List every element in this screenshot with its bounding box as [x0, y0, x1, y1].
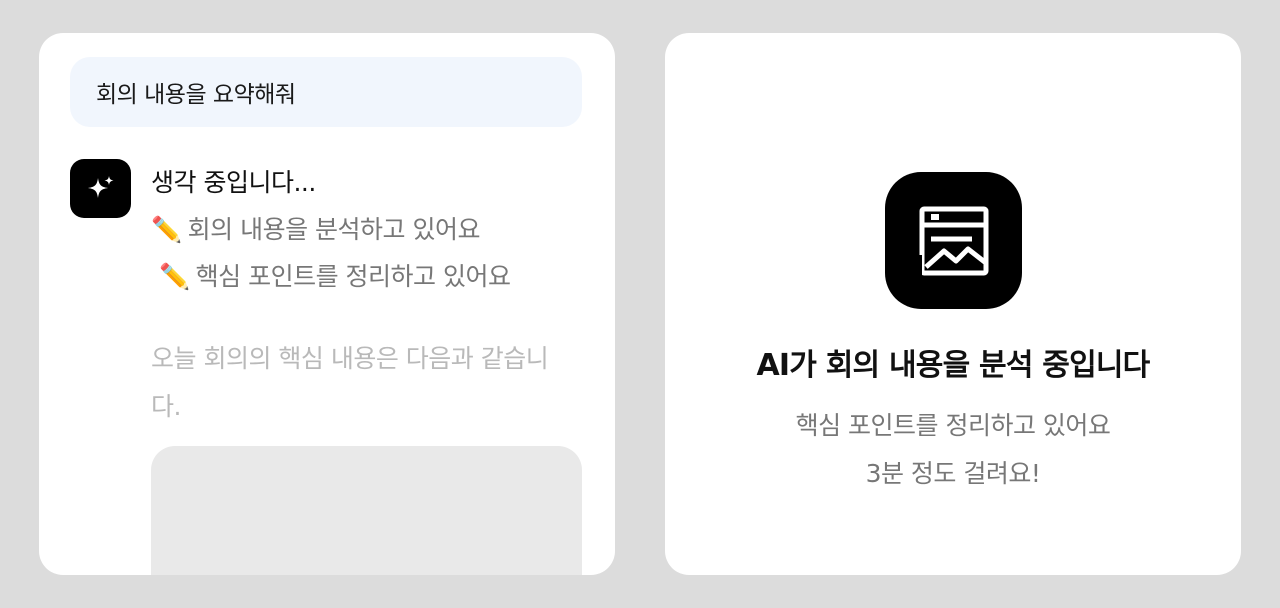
thinking-step: ✏️ 핵심 포인트를 정리하고 있어요: [159, 257, 511, 293]
user-message-bubble: 회의 내용을 요약해줘: [70, 57, 582, 127]
user-message-text: 회의 내용을 요약해줘: [96, 82, 296, 108]
status-icon-tile: [885, 172, 1022, 309]
sparkle-icon: [87, 175, 113, 198]
pencil-icon: ✏️: [151, 215, 182, 244]
answer-preview-text: 오늘 회의의 핵심 내용은 다음과 같습니다.: [151, 344, 549, 421]
chat-panel: 회의 내용을 요약해줘 생각 중입니다... ✏️ 회의 내용을 분석하고 있어요…: [39, 33, 615, 575]
thinking-step-text: 핵심 포인트를 정리하고 있어요: [195, 262, 511, 291]
analysis-status-panel: AI가 회의 내용을 분석 중입니다 핵심 포인트를 정리하고 있어요 3분 정…: [665, 33, 1241, 575]
status-title: AI가 회의 내용을 분석 중입니다: [756, 348, 1151, 383]
thinking-step: ✏️ 회의 내용을 분석하고 있어요: [151, 210, 480, 246]
thinking-status-title: 생각 중입니다...: [151, 168, 316, 197]
document-chart-icon: [915, 206, 988, 279]
ai-avatar: [70, 159, 131, 218]
thinking-step-text: 회의 내용을 분석하고 있어요: [187, 215, 481, 244]
status-description: 핵심 포인트를 정리하고 있어요: [795, 411, 1111, 440]
pencil-icon: ✏️: [159, 262, 190, 291]
answer-placeholder-block: [151, 446, 582, 575]
status-eta: 3분 정도 걸려요!: [865, 459, 1041, 488]
